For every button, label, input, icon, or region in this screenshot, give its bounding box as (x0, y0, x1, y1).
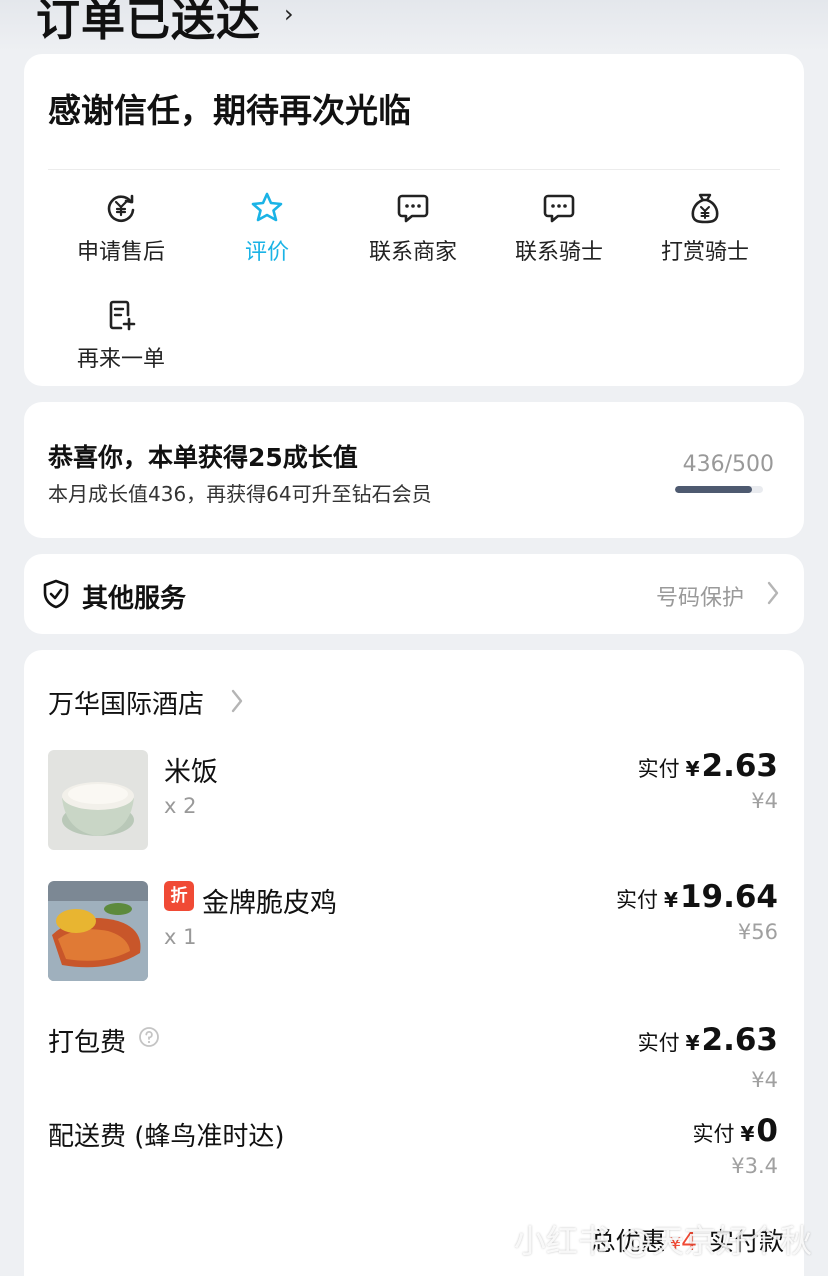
item-paid-price: 实付 ¥ 2.63 (638, 748, 778, 784)
discount-amount: 4 (681, 1227, 697, 1256)
services-title: 其他服务 (82, 584, 187, 614)
item-quantity: x 2 (164, 794, 197, 818)
progress-fill (675, 486, 752, 493)
status-header: 订单已送达 › (0, 0, 828, 52)
delivery-paid-price: 实付 ¥ 0 (693, 1113, 779, 1149)
action-tip-rider[interactable]: 打赏骑士 (632, 188, 778, 266)
discount-badge: 折 (164, 881, 194, 911)
item-name: 米饭 (164, 757, 218, 788)
question-icon[interactable] (138, 1026, 160, 1052)
progress-text: 436/500 (682, 452, 774, 477)
shield-check-icon (40, 578, 72, 614)
currency-symbol: ¥ (740, 1122, 755, 1146)
chevron-right-icon[interactable] (766, 580, 780, 610)
total-paid-label: 实付款 (708, 1227, 784, 1256)
delivery-fee-label: 配送费 (蜂鸟准时达) (48, 1122, 285, 1152)
item-image[interactable] (48, 881, 148, 981)
action-label: 打赏骑士 (660, 240, 749, 265)
thanks-card: 感谢信任，期待再次光临 申请售后 评价 联系商家 联系骑士 打赏骑士 再来一单 (24, 54, 804, 386)
paid-label: 实付 (637, 1031, 680, 1055)
item-paid-price: 实付 ¥ 19.64 (616, 879, 778, 915)
original-price: ¥3.4 (731, 1154, 778, 1178)
total-summary: 总优惠 ¥4 实付款 (591, 1222, 784, 1258)
packing-fee-label: 打包费 (48, 1028, 127, 1058)
action-label: 申请售后 (76, 240, 165, 265)
original-price: ¥4 (751, 1068, 778, 1092)
item-image[interactable] (48, 750, 148, 850)
action-label: 评价 (244, 240, 289, 265)
progress-bar (675, 486, 763, 493)
money-bag-icon (632, 188, 778, 228)
currency-symbol: ¥ (664, 888, 678, 912)
action-review[interactable]: 评价 (194, 188, 340, 266)
total-discount-label: 总优惠 (590, 1227, 666, 1256)
action-label: 再来一单 (76, 347, 165, 372)
item-name: 金牌脆皮鸡 (202, 888, 337, 919)
paid-amount: 19.64 (679, 879, 778, 915)
divider (48, 169, 780, 170)
total-discount-value: ¥4 (670, 1227, 697, 1256)
growth-subtitle: 本月成长值436，再获得64可升至钻石会员 (48, 482, 432, 506)
original-price: ¥56 (737, 920, 778, 944)
action-contact-rider[interactable]: 联系骑士 (486, 188, 632, 266)
currency-symbol: ¥ (685, 757, 700, 781)
order-card: 万华国际酒店 米饭 x 2 实付 ¥ 2.63 ¥4 折 金牌脆皮鸡 x 1 实… (24, 650, 804, 1276)
action-contact-merchant[interactable]: 联系商家 (340, 188, 486, 266)
chevron-right-icon[interactable]: › (284, 0, 294, 28)
action-label: 联系骑士 (514, 240, 603, 265)
growth-card[interactable]: 恭喜你，本单获得25成长值 本月成长值436，再获得64可升至钻石会员 436/… (24, 402, 804, 538)
original-price: ¥4 (751, 789, 778, 813)
action-label: 联系商家 (368, 240, 457, 265)
order-status-title[interactable]: 订单已送达 (36, 0, 261, 48)
currency-symbol: ¥ (685, 1031, 700, 1055)
chat-icon (486, 188, 632, 228)
growth-title: 恭喜你，本单获得25成长值 (48, 443, 358, 472)
store-name[interactable]: 万华国际酒店 (48, 684, 204, 721)
paid-amount: 2.63 (701, 748, 779, 784)
paid-amount: 0 (756, 1113, 778, 1149)
chevron-right-icon[interactable] (230, 688, 244, 718)
currency-symbol: ¥ (669, 1234, 682, 1255)
action-reorder[interactable]: 再来一单 (48, 295, 194, 373)
paid-amount: 2.63 (701, 1022, 779, 1058)
number-protection-link[interactable]: 号码保护 (656, 580, 744, 612)
item-quantity: x 1 (164, 925, 197, 949)
paid-label: 实付 (692, 1122, 735, 1146)
yen-refresh-icon (48, 188, 194, 228)
chat-icon (340, 188, 486, 228)
star-icon (194, 188, 340, 228)
action-after-sales[interactable]: 申请售后 (48, 188, 194, 266)
paid-label: 实付 (637, 757, 680, 781)
paid-label: 实付 (616, 888, 659, 912)
reorder-icon (48, 295, 194, 335)
thanks-title: 感谢信任，期待再次光临 (48, 91, 411, 130)
packing-paid-price: 实付 ¥ 2.63 (638, 1022, 778, 1058)
services-card[interactable]: 其他服务 号码保护 (24, 554, 804, 634)
